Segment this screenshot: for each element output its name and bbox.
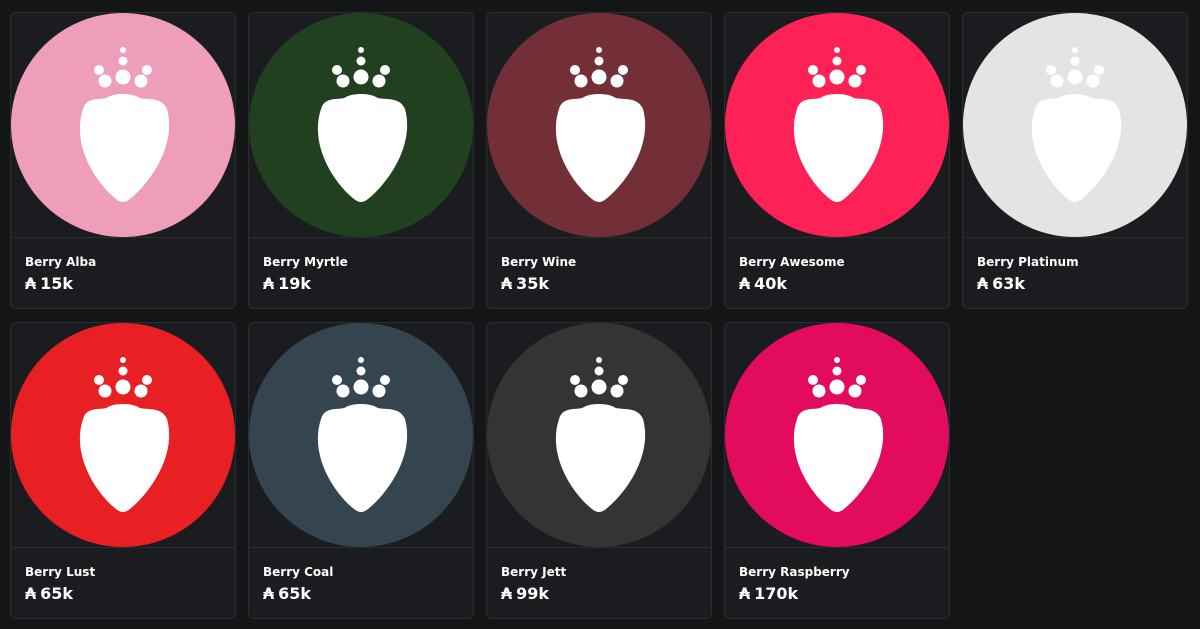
berry-art <box>249 323 473 548</box>
berry-art <box>487 13 711 238</box>
berry-price-value: 65k <box>278 584 312 603</box>
berry-price-value: 65k <box>40 584 74 603</box>
berry-icon <box>249 13 473 237</box>
berry-card[interactable]: Berry Awesome ₳ 40k <box>724 12 950 309</box>
berry-name: Berry Myrtle <box>263 255 348 269</box>
berry-art <box>963 13 1187 238</box>
berry-price-value: 35k <box>516 274 550 293</box>
berry-card[interactable]: Berry Raspberry ₳ 170k <box>724 322 950 619</box>
berry-info: Berry Wine ₳ 35k <box>487 238 711 294</box>
ada-currency-icon: ₳ <box>501 584 513 603</box>
berry-info: Berry Coal ₳ 65k <box>249 548 473 604</box>
berry-name: Berry Alba <box>25 255 97 269</box>
berry-icon <box>487 323 711 547</box>
berry-art <box>11 13 235 238</box>
berry-price-value: 15k <box>40 274 74 293</box>
berry-info: Berry Jett ₳ 99k <box>487 548 711 604</box>
berry-icon <box>11 323 235 547</box>
berry-card[interactable]: Berry Jett ₳ 99k <box>486 322 712 619</box>
berry-price: ₳ 170k <box>739 584 935 604</box>
berry-icon <box>249 323 473 547</box>
berry-price-value: 170k <box>754 584 799 603</box>
berry-art <box>725 323 949 548</box>
berry-info: Berry Lust ₳ 65k <box>11 548 235 604</box>
ada-currency-icon: ₳ <box>263 274 275 293</box>
berry-price: ₳ 15k <box>25 274 221 294</box>
ada-currency-icon: ₳ <box>501 274 513 293</box>
berry-name: Berry Raspberry <box>739 565 850 579</box>
berry-name: Berry Coal <box>263 565 334 579</box>
berry-price: ₳ 65k <box>25 584 221 604</box>
berry-art <box>487 323 711 548</box>
berry-name: Berry Platinum <box>977 255 1079 269</box>
berry-icon <box>725 323 949 547</box>
berry-name: Berry Lust <box>25 565 96 579</box>
berry-card[interactable]: Berry Platinum ₳ 63k <box>962 12 1188 309</box>
ada-currency-icon: ₳ <box>25 274 37 293</box>
berry-info: Berry Awesome ₳ 40k <box>725 238 949 294</box>
berry-art <box>249 13 473 238</box>
berry-price-value: 63k <box>992 274 1026 293</box>
berry-card[interactable]: Berry Lust ₳ 65k <box>10 322 236 619</box>
berry-icon <box>963 13 1187 237</box>
berry-name: Berry Awesome <box>739 255 845 269</box>
berry-card[interactable]: Berry Wine ₳ 35k <box>486 12 712 309</box>
berry-info: Berry Alba ₳ 15k <box>11 238 235 294</box>
berry-price: ₳ 63k <box>977 274 1173 294</box>
berry-name: Berry Jett <box>501 565 567 579</box>
berry-card[interactable]: Berry Coal ₳ 65k <box>248 322 474 619</box>
berry-art <box>725 13 949 238</box>
ada-currency-icon: ₳ <box>25 584 37 603</box>
berry-art <box>11 323 235 548</box>
berry-info: Berry Myrtle ₳ 19k <box>249 238 473 294</box>
berry-name: Berry Wine <box>501 255 577 269</box>
berry-price: ₳ 40k <box>739 274 935 294</box>
berry-icon <box>487 13 711 237</box>
berry-info: Berry Platinum ₳ 63k <box>963 238 1187 294</box>
berry-icon <box>725 13 949 237</box>
ada-currency-icon: ₳ <box>739 274 751 293</box>
berry-grid: Berry Alba ₳ 15k Berry Myrtle ₳ 19k Berr… <box>10 12 1188 619</box>
berry-card[interactable]: Berry Alba ₳ 15k <box>10 12 236 309</box>
berry-icon <box>11 13 235 237</box>
berry-price-value: 40k <box>754 274 788 293</box>
berry-price-value: 19k <box>278 274 312 293</box>
berry-price-value: 99k <box>516 584 550 603</box>
berry-price: ₳ 99k <box>501 584 697 604</box>
berry-price: ₳ 35k <box>501 274 697 294</box>
berry-info: Berry Raspberry ₳ 170k <box>725 548 949 604</box>
ada-currency-icon: ₳ <box>263 584 275 603</box>
ada-currency-icon: ₳ <box>739 584 751 603</box>
berry-price: ₳ 65k <box>263 584 459 604</box>
ada-currency-icon: ₳ <box>977 274 989 293</box>
berry-card[interactable]: Berry Myrtle ₳ 19k <box>248 12 474 309</box>
berry-price: ₳ 19k <box>263 274 459 294</box>
